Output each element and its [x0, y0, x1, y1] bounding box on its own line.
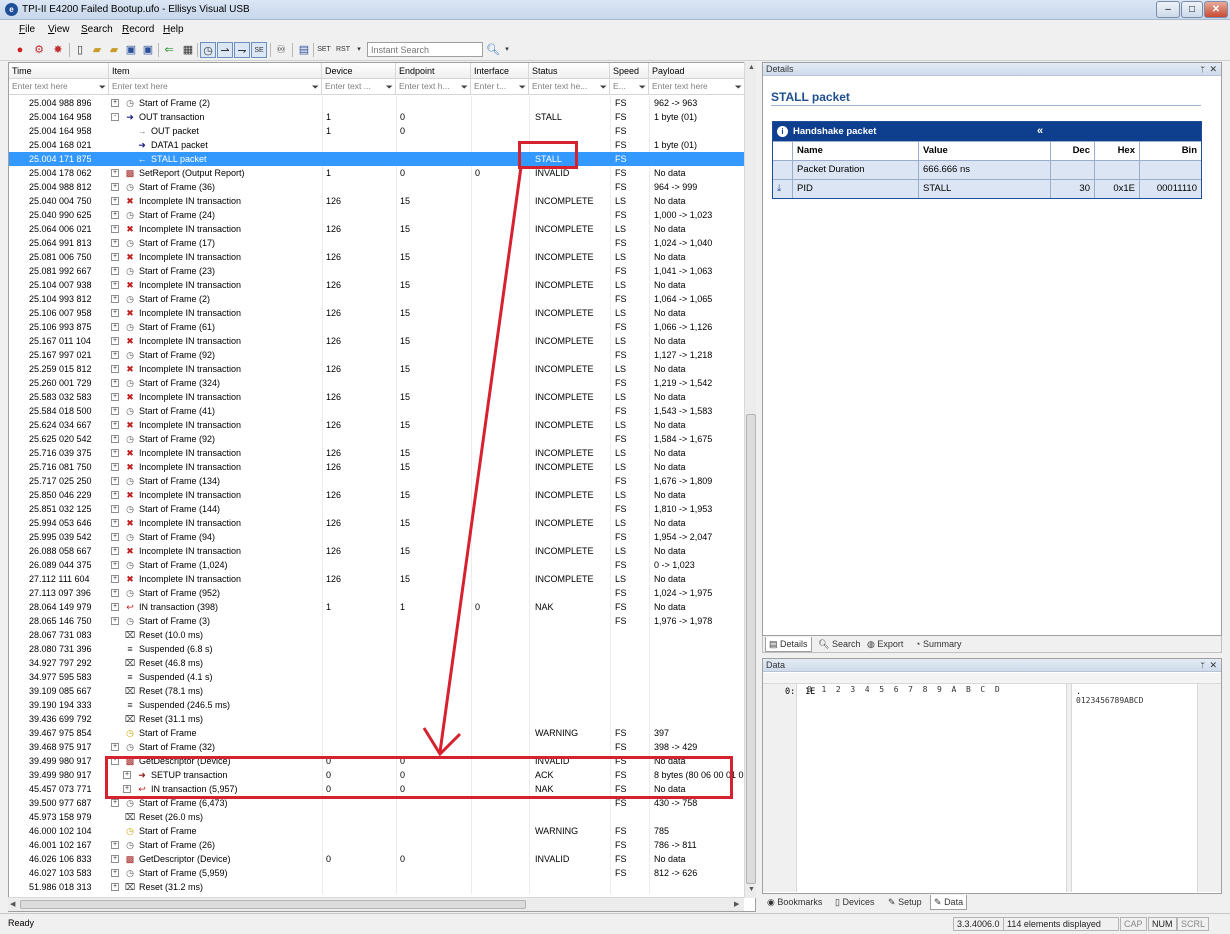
annotation-arrow	[422, 166, 523, 757]
